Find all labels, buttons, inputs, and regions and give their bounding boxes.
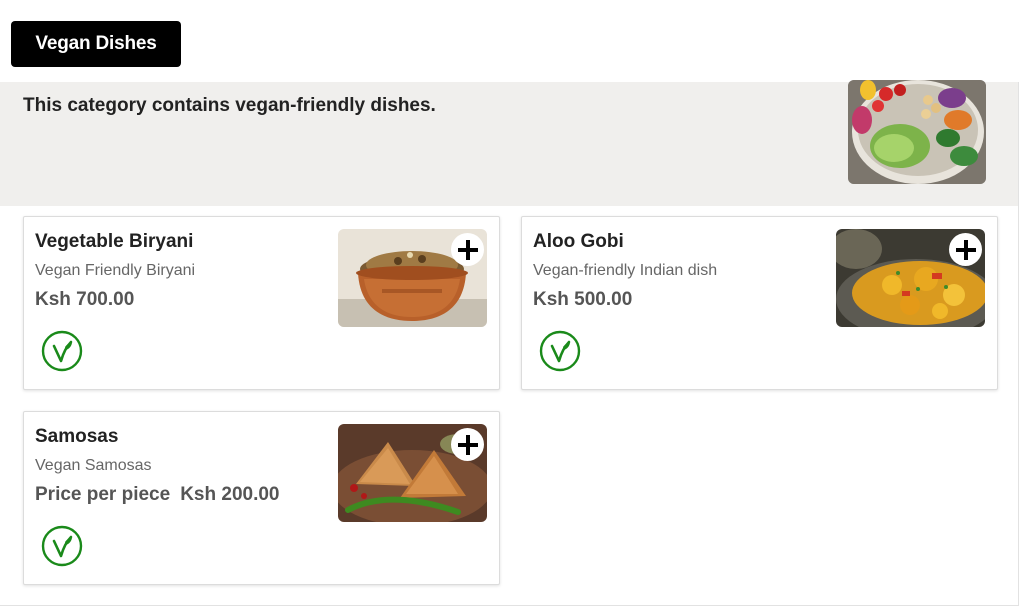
dish-name: Vegetable Biryani xyxy=(35,231,194,252)
dish-price-value: Ksh 700.00 xyxy=(35,289,135,310)
dish-card[interactable]: Vegetable Biryani Vegan Friendly Biryani… xyxy=(23,216,500,390)
dish-image xyxy=(836,229,985,327)
plus-icon xyxy=(955,239,976,260)
add-to-cart-button[interactable] xyxy=(451,428,484,461)
add-to-cart-button[interactable] xyxy=(949,233,982,266)
dish-image xyxy=(338,424,487,522)
dish-card[interactable]: Samosas Vegan Samosas Price per piece Ksh… xyxy=(23,411,500,585)
category-banner: This category contains vegan-friendly di… xyxy=(0,80,1018,206)
plus-icon xyxy=(457,434,478,455)
category-panel: This category contains vegan-friendly di… xyxy=(0,80,1019,606)
dish-price-prefix: Price per piece xyxy=(35,484,171,505)
dish-price-value: Ksh 500.00 xyxy=(533,289,633,310)
category-image xyxy=(848,80,986,184)
vegan-leaf-icon xyxy=(539,330,581,372)
dish-subtitle: Vegan Friendly Biryani xyxy=(35,262,196,279)
dish-card[interactable]: Aloo Gobi Vegan-friendly Indian dish Ksh… xyxy=(521,216,998,390)
dish-price: Ksh 500.00 xyxy=(533,289,632,311)
dish-subtitle: Vegan-friendly Indian dish xyxy=(533,262,718,279)
vegan-leaf-icon xyxy=(41,330,83,372)
plus-icon xyxy=(457,239,478,260)
category-description: This category contains vegan-friendly di… xyxy=(23,95,436,116)
dish-price: Ksh 700.00 xyxy=(35,289,134,311)
dish-price-value: Ksh 200.00 xyxy=(180,484,280,505)
dish-subtitle: Vegan Samosas xyxy=(35,457,152,474)
add-to-cart-button[interactable] xyxy=(451,233,484,266)
category-tab-vegan-dishes[interactable]: Vegan Dishes xyxy=(11,21,181,67)
vegan-leaf-icon xyxy=(41,525,83,567)
dish-name: Samosas xyxy=(35,426,119,447)
dish-name: Aloo Gobi xyxy=(533,231,624,252)
dish-price: Price per piece Ksh 200.00 xyxy=(35,484,280,506)
dish-image xyxy=(338,229,487,327)
